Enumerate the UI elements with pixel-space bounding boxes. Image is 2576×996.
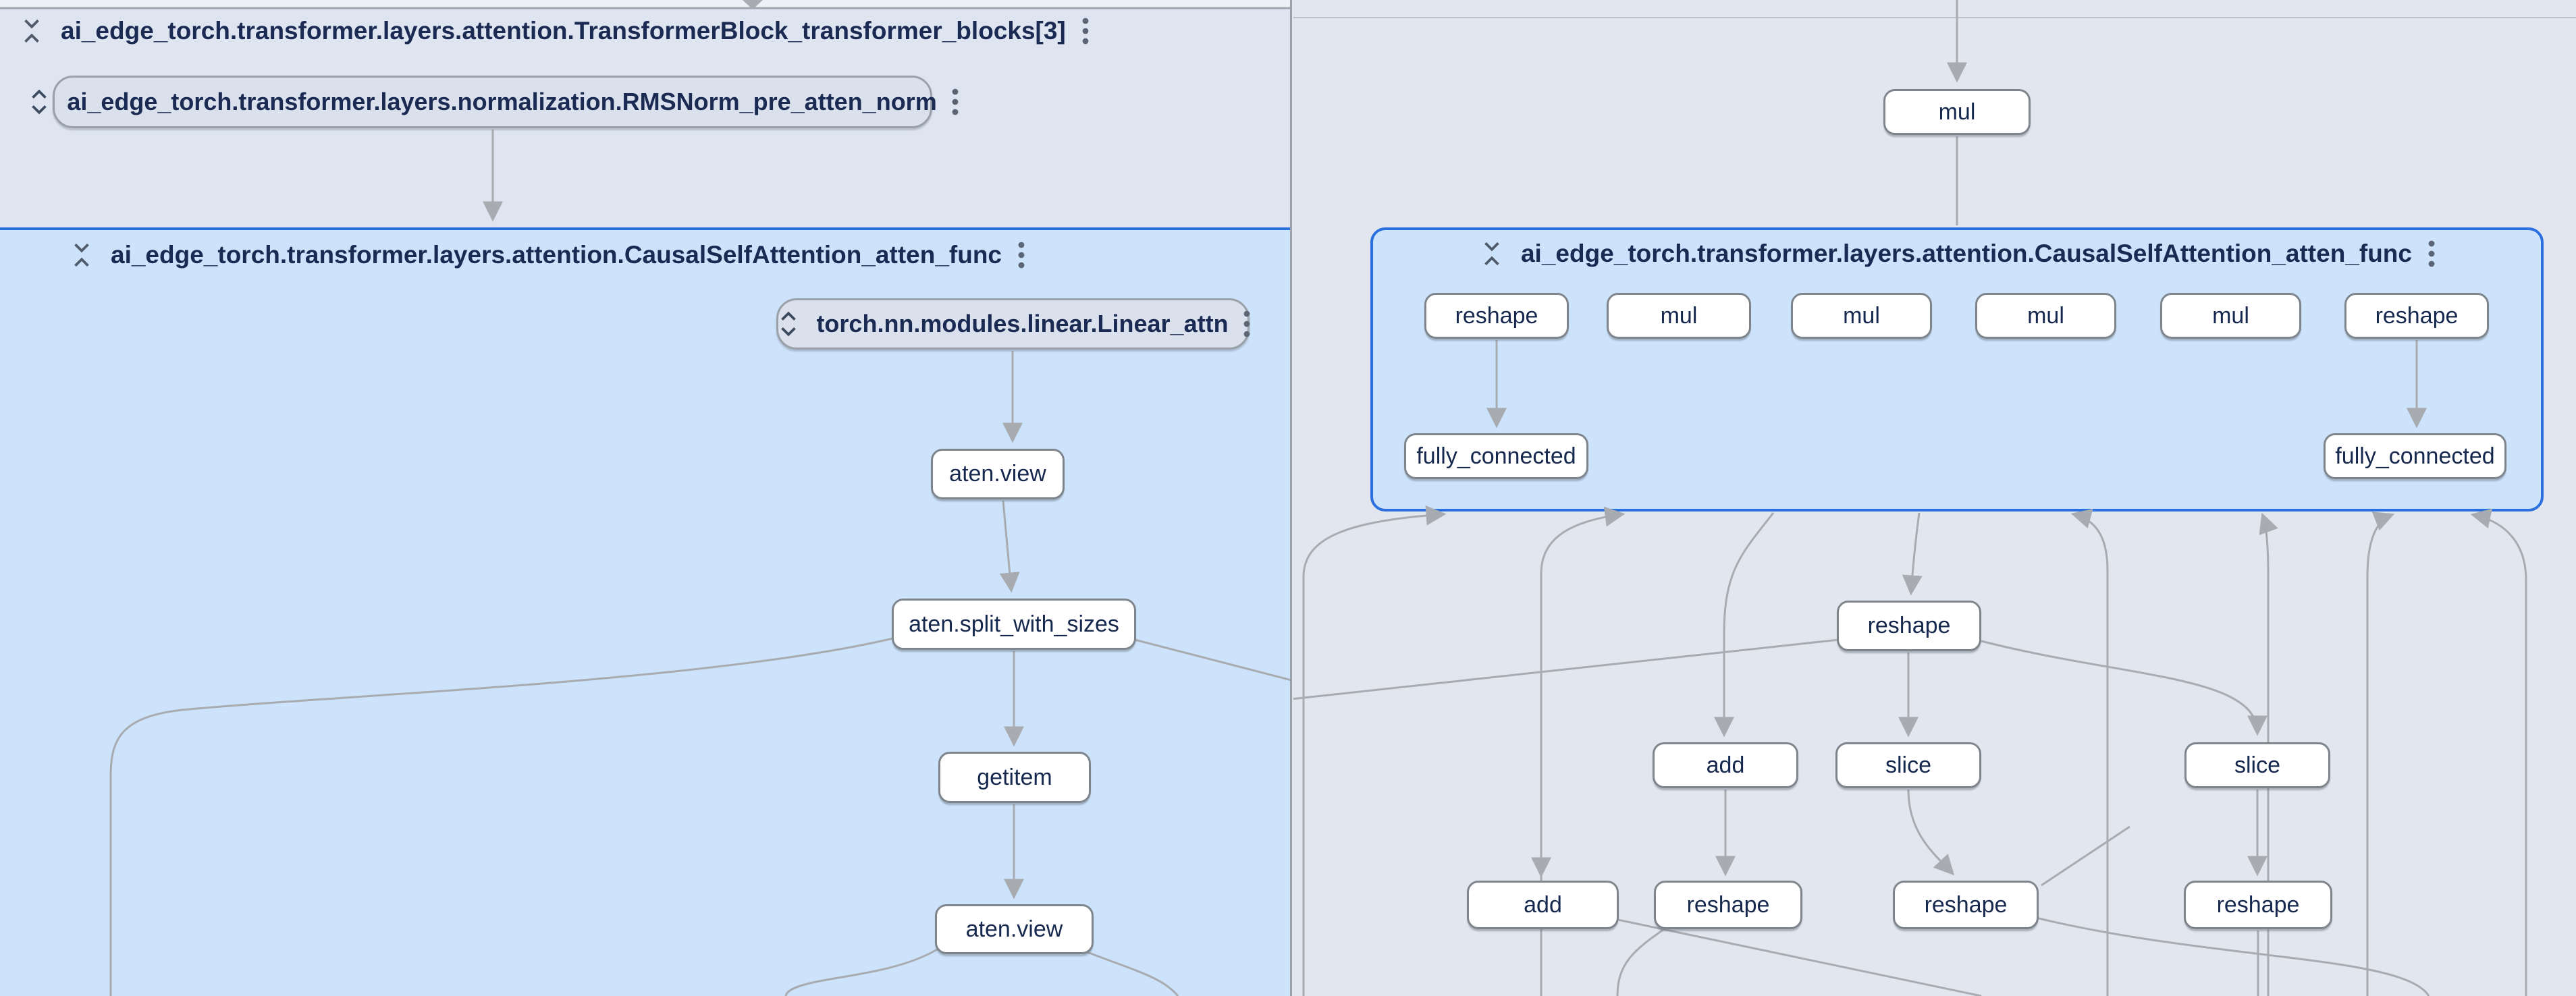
op-node-getitem[interactable]: getitem: [938, 752, 1091, 803]
transformer-block-header[interactable]: ai_edge_torch.transformer.layers.attenti…: [18, 13, 1090, 49]
rmsnorm-collapsed-node[interactable]: ai_edge_torch.transformer.layers.normali…: [53, 76, 932, 128]
left-graph-panel[interactable]: ai_edge_torch.transformer.layers.attenti…: [0, 0, 1291, 996]
linear-label: torch.nn.modules.linear.Linear_attn: [816, 310, 1228, 338]
op-node-reshape-b2[interactable]: reshape: [1893, 881, 2039, 929]
op-node-add[interactable]: add: [1653, 742, 1798, 788]
right-causal-attention-title: ai_edge_torch.transformer.layers.attenti…: [1521, 240, 2412, 268]
more-vert-icon[interactable]: [1081, 16, 1090, 47]
unfold-less-icon[interactable]: [68, 241, 96, 269]
right-graph-panel[interactable]: mul ai_edge_torch.transformer.layers.att…: [1293, 0, 2576, 996]
model-explorer-canvas: ai_edge_torch.transformer.layers.attenti…: [0, 0, 2576, 996]
transformer-block-title: ai_edge_torch.transformer.layers.attenti…: [61, 17, 1066, 45]
op-node-mul-2[interactable]: mul: [1791, 293, 1932, 339]
op-node-slice-1[interactable]: slice: [1835, 742, 1981, 788]
linear-collapsed-node[interactable]: torch.nn.modules.linear.Linear_attn: [776, 298, 1250, 350]
unfold-less-icon[interactable]: [18, 17, 46, 45]
more-vert-icon[interactable]: [950, 86, 960, 117]
op-node-aten-view-1[interactable]: aten.view: [931, 449, 1065, 499]
rmsnorm-label: ai_edge_torch.transformer.layers.normali…: [67, 88, 936, 116]
unfold-more-icon[interactable]: [25, 88, 53, 116]
op-node-reshape-b1[interactable]: reshape: [1654, 881, 1802, 929]
unfold-less-icon[interactable]: [1478, 240, 1506, 268]
op-node-aten-split-with-sizes[interactable]: aten.split_with_sizes: [892, 599, 1136, 650]
op-node-slice-2[interactable]: slice: [2184, 742, 2330, 788]
left-causal-attention-title: ai_edge_torch.transformer.layers.attenti…: [111, 241, 1002, 269]
left-causal-attention-header[interactable]: ai_edge_torch.transformer.layers.attenti…: [68, 238, 1026, 273]
op-node-mul-3[interactable]: mul: [1975, 293, 2116, 339]
op-node-reshape-in-1[interactable]: reshape: [1424, 293, 1569, 339]
more-vert-icon[interactable]: [2427, 238, 2436, 269]
unfold-more-icon[interactable]: [774, 310, 803, 338]
right-causal-attention-header[interactable]: ai_edge_torch.transformer.layers.attenti…: [1370, 236, 2544, 271]
op-node-reshape-mid[interactable]: reshape: [1837, 601, 1981, 651]
op-node-add-2[interactable]: add: [1467, 881, 1619, 929]
op-node-aten-view-2[interactable]: aten.view: [935, 904, 1094, 954]
op-node-fully-connected-1[interactable]: fully_connected: [1404, 433, 1588, 479]
left-parent-background: [0, 0, 1291, 7]
more-vert-icon[interactable]: [1017, 240, 1026, 271]
op-node-mul-1[interactable]: mul: [1607, 293, 1751, 339]
more-vert-icon[interactable]: [1242, 308, 1252, 339]
panel-divider[interactable]: [1290, 0, 1292, 996]
op-node-mul-4[interactable]: mul: [2160, 293, 2301, 339]
op-node-reshape-in-2[interactable]: reshape: [2344, 293, 2489, 339]
op-node-fully-connected-2[interactable]: fully_connected: [2324, 433, 2506, 479]
op-node-reshape-b3[interactable]: reshape: [2184, 881, 2332, 929]
op-node-mul-top[interactable]: mul: [1883, 89, 2031, 135]
